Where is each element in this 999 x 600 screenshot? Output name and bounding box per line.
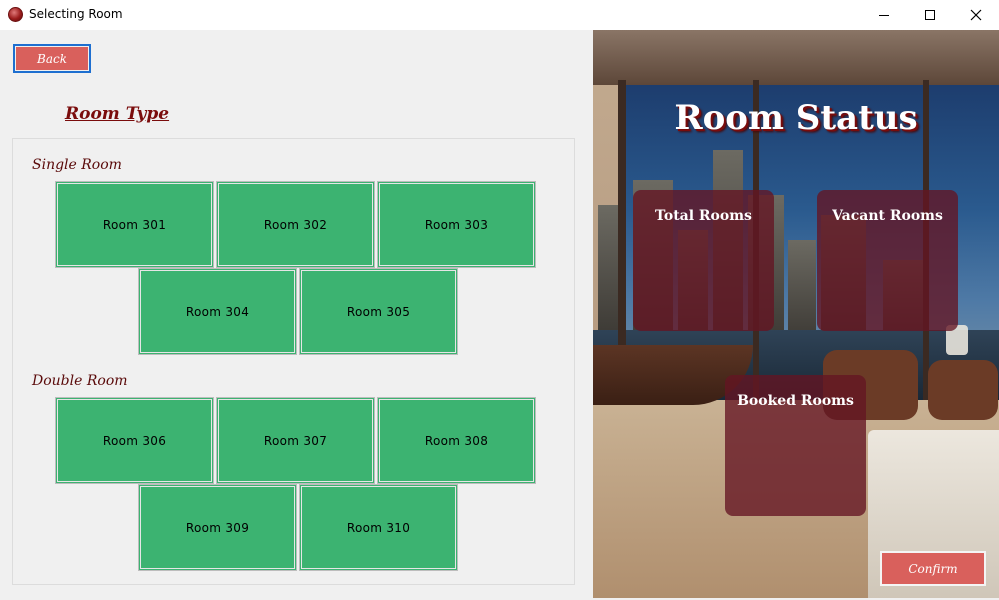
total-rooms-label: Total Rooms — [655, 208, 752, 224]
window-title: Selecting Room — [29, 7, 123, 21]
back-button[interactable]: Back — [13, 44, 91, 73]
minimize-button[interactable] — [861, 0, 907, 30]
vacant-rooms-label: Vacant Rooms — [832, 208, 943, 224]
room-status-title: Room Status — [674, 98, 918, 138]
room-309-button[interactable]: Room 309 — [138, 484, 297, 571]
back-button-label: Back — [16, 47, 88, 70]
room-303-button[interactable]: Room 303 — [377, 181, 536, 268]
booked-rooms-label: Booked Rooms — [737, 393, 854, 409]
confirm-button[interactable]: Confirm — [880, 551, 986, 586]
room-304-button[interactable]: Room 304 — [138, 268, 297, 355]
close-icon — [970, 9, 982, 21]
city-building — [788, 240, 816, 340]
vacant-rooms-card: Vacant Rooms — [817, 190, 958, 331]
room-307-button[interactable]: Room 307 — [216, 397, 375, 484]
selecting-room-window: Selecting Room Back Room Type Single Roo… — [0, 0, 999, 600]
armchair — [928, 360, 998, 420]
maximize-icon — [925, 10, 935, 20]
booked-rooms-card: Booked Rooms — [725, 375, 866, 516]
single-room-label: Single Room — [32, 157, 122, 173]
room-308-button[interactable]: Room 308 — [377, 397, 536, 484]
room-301-button[interactable]: Room 301 — [55, 181, 214, 268]
close-button[interactable] — [953, 0, 999, 30]
room-306-button[interactable]: Room 306 — [55, 397, 214, 484]
room-310-button[interactable]: Room 310 — [299, 484, 458, 571]
double-room-label: Double Room — [32, 373, 128, 389]
rooms-panel: Single Room Room 301 Room 302 Room 303 R… — [12, 138, 575, 585]
minimize-icon — [879, 14, 889, 16]
room-type-title: Room Type — [65, 104, 170, 124]
app-icon — [8, 7, 23, 22]
room-302-button[interactable]: Room 302 — [216, 181, 375, 268]
title-bar: Selecting Room — [0, 0, 999, 30]
room-305-button[interactable]: Room 305 — [299, 268, 458, 355]
ceiling — [593, 30, 999, 85]
total-rooms-card: Total Rooms — [633, 190, 774, 331]
maximize-button[interactable] — [907, 0, 953, 30]
room-status-panel: Room Status Total Rooms Vacant Rooms Boo… — [593, 30, 999, 598]
city-building — [598, 205, 620, 335]
